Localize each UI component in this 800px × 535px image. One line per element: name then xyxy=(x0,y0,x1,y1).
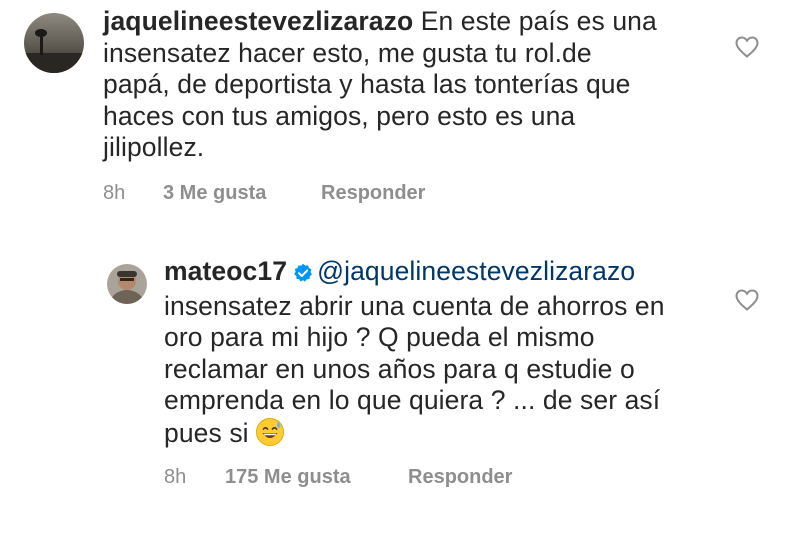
comment-text: mateoc17 @jaquelineestevezlizarazo insen… xyxy=(164,256,734,454)
timestamp: 8h xyxy=(164,466,187,488)
like-heart-icon[interactable] xyxy=(735,289,759,316)
timestamp: 8h xyxy=(103,182,126,204)
likes-count[interactable]: 3 Me gusta xyxy=(163,182,266,205)
like-heart-icon[interactable] xyxy=(735,36,759,63)
comment-meta: 8h 175 Me gusta Responder xyxy=(0,466,800,492)
username[interactable]: mateoc17 xyxy=(164,256,287,286)
reply-button[interactable]: Responder xyxy=(408,466,512,489)
verified-badge-icon xyxy=(293,259,313,291)
mention-link[interactable]: @jaquelineestevezlizarazo xyxy=(317,256,635,286)
grinning-face-with-sweat-emoji xyxy=(255,417,285,455)
avatar[interactable] xyxy=(107,264,147,304)
username[interactable]: jaquelineestevezlizarazo xyxy=(103,6,413,36)
avatar[interactable] xyxy=(24,13,84,73)
comment-text: jaquelineestevezlizarazo En este país es… xyxy=(103,6,657,162)
reply-button[interactable]: Responder xyxy=(321,182,425,205)
likes-count[interactable]: 175 Me gusta xyxy=(225,466,351,489)
comment-meta: 8h 3 Me gusta Responder xyxy=(0,182,800,208)
comment-mateoc17: mateoc17 @jaquelineestevezlizarazo insen… xyxy=(0,230,800,535)
comment-jaquelineestevezlizarazo: jaquelineestevezlizarazo En este país es… xyxy=(0,0,800,230)
